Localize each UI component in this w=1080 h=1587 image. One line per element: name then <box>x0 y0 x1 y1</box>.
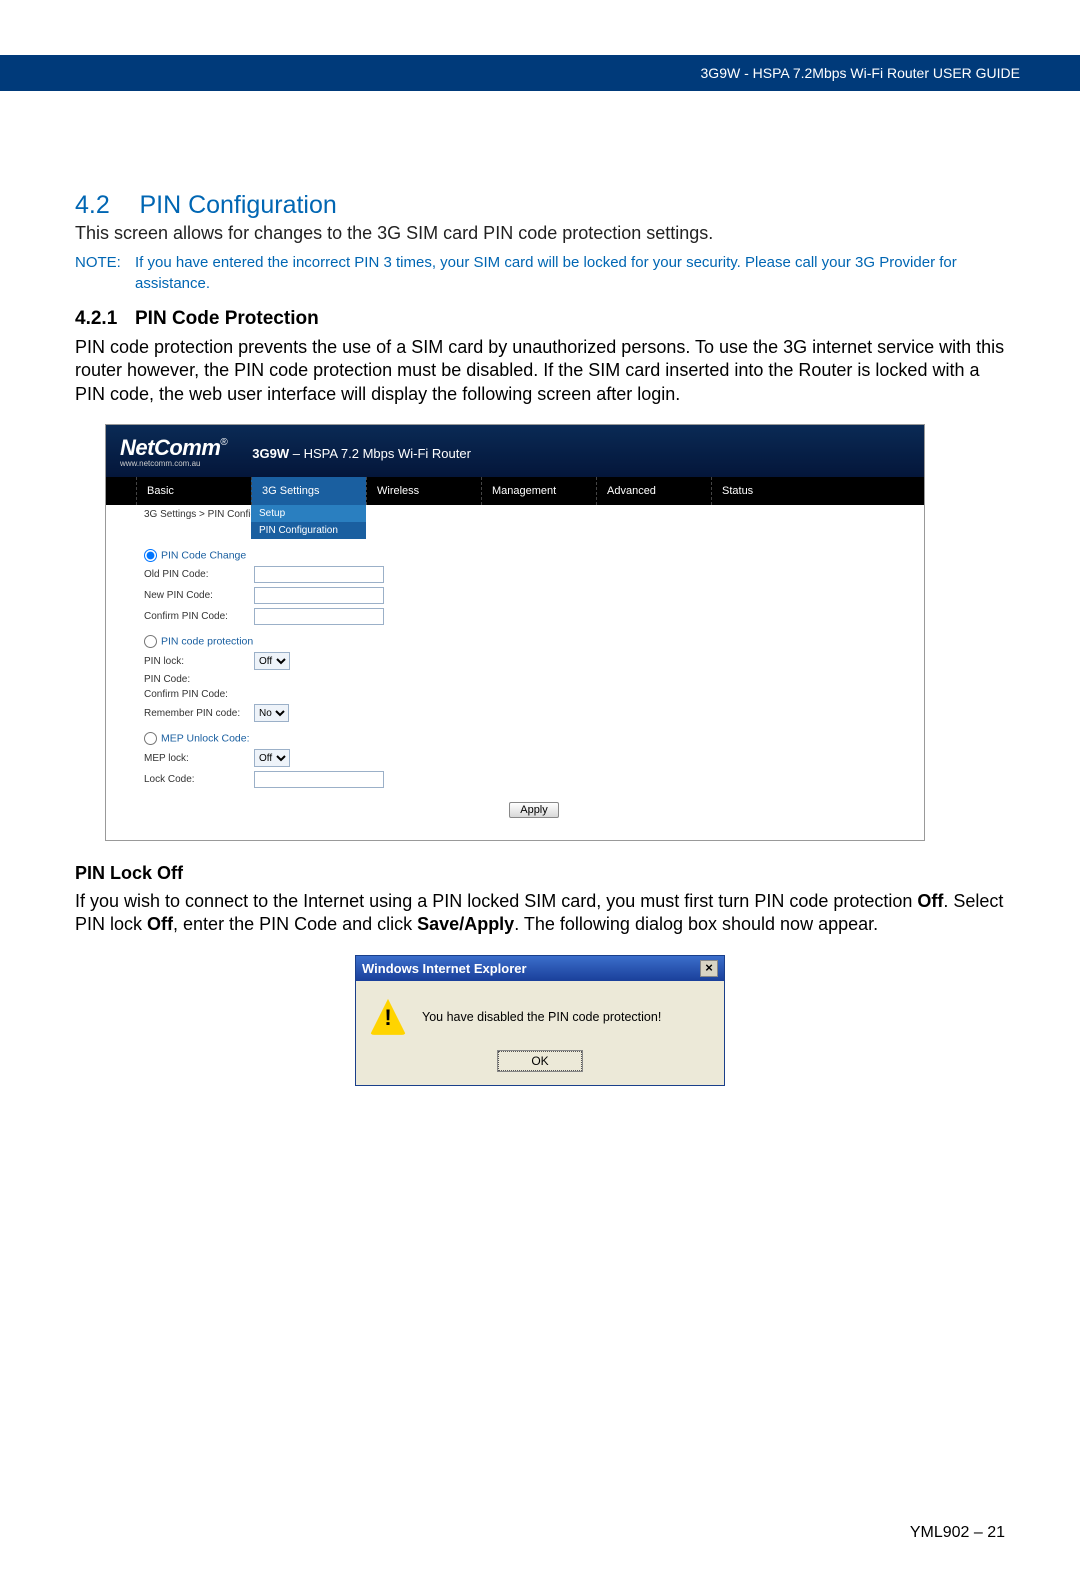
radio-pin-change-input[interactable] <box>144 549 157 562</box>
section-number: 4.2 <box>75 191 135 220</box>
pin-lock-off-heading: PIN Lock Off <box>75 863 1005 884</box>
confirm-pin-input[interactable] <box>254 608 384 625</box>
remember-pin-label: Remember PIN code: <box>144 708 254 719</box>
ok-button[interactable]: OK <box>498 1051 581 1071</box>
note-text: If you have entered the incorrect PIN 3 … <box>135 253 1005 294</box>
section-title: PIN Configuration <box>139 191 336 219</box>
mep-lock-select[interactable]: Off <box>254 749 290 767</box>
apply-button[interactable]: Apply <box>509 802 559 818</box>
nav-basic[interactable]: Basic <box>136 477 251 505</box>
ie-dialog-titlebar: Windows Internet Explorer × <box>356 956 724 981</box>
old-pin-label: Old PIN Code: <box>144 569 254 580</box>
router-admin-screenshot: NetComm® www.netcomm.com.au 3G9W – HSPA … <box>105 424 925 841</box>
ie-dialog-title: Windows Internet Explorer <box>362 961 527 976</box>
pin-code-label: PIN Code: <box>144 674 254 685</box>
note-label: NOTE: <box>75 253 135 294</box>
nav-3g-settings[interactable]: 3G Settings <box>251 477 366 505</box>
router-body: PIN Code Change Old PIN Code: New PIN Co… <box>106 527 924 840</box>
new-pin-input[interactable] <box>254 587 384 604</box>
radio-pin-change[interactable]: PIN Code Change <box>144 549 924 562</box>
subnav-dropdown: Setup PIN Configuration <box>251 505 366 539</box>
pin-lock-select[interactable]: Off <box>254 652 290 670</box>
remember-pin-select[interactable]: No <box>254 704 289 722</box>
nav-wireless[interactable]: Wireless <box>366 477 481 505</box>
nav-advanced[interactable]: Advanced <box>596 477 711 505</box>
nav-management[interactable]: Management <box>481 477 596 505</box>
subsection-number: 4.2.1 <box>75 308 135 330</box>
pin-lock-label: PIN lock: <box>144 656 254 667</box>
subsection-para: PIN code protection prevents the use of … <box>75 336 1005 406</box>
lock-code-label: Lock Code: <box>144 774 254 785</box>
lock-code-input[interactable] <box>254 771 384 788</box>
radio-pin-protection[interactable]: PIN code protection <box>144 635 924 648</box>
confirm-pin-label: Confirm PIN Code: <box>144 611 254 622</box>
warning-icon <box>370 999 406 1035</box>
radio-mep-unlock-input[interactable] <box>144 732 157 745</box>
subsection-title: PIN Code Protection <box>135 308 319 330</box>
radio-pin-protection-input[interactable] <box>144 635 157 648</box>
section-heading: 4.2 PIN Configuration <box>75 191 1005 220</box>
router-topbar: NetComm® www.netcomm.com.au 3G9W – HSPA … <box>106 425 924 477</box>
mep-lock-label: MEP lock: <box>144 753 254 764</box>
router-title: 3G9W – HSPA 7.2 Mbps Wi-Fi Router <box>252 446 471 461</box>
pin-lock-off-para: If you wish to connect to the Internet u… <box>75 890 1005 937</box>
router-navbar: Basic 3G Settings Wireless Management Ad… <box>106 477 924 505</box>
netcomm-logo: NetComm® www.netcomm.com.au <box>120 435 227 467</box>
section-intro: This screen allows for changes to the 3G… <box>75 222 1005 245</box>
subsection-heading: 4.2.1 PIN Code Protection <box>75 308 1005 330</box>
ie-dialog: Windows Internet Explorer × You have dis… <box>355 955 725 1086</box>
subnav-pin-config[interactable]: PIN Configuration <box>251 522 366 539</box>
nav-status[interactable]: Status <box>711 477 826 505</box>
old-pin-input[interactable] <box>254 566 384 583</box>
router-subnav: 3G Settings > PIN Configuration Setup PI… <box>106 505 924 527</box>
breadcrumb: 3G Settings > PIN Configuration <box>106 505 924 520</box>
ie-dialog-message: You have disabled the PIN code protectio… <box>422 1010 661 1024</box>
note: NOTE: If you have entered the incorrect … <box>75 253 1005 294</box>
new-pin-label: New PIN Code: <box>144 590 254 601</box>
page-header: 3G9W - HSPA 7.2Mbps Wi-Fi Router USER GU… <box>0 55 1080 91</box>
close-icon[interactable]: × <box>700 960 718 977</box>
page-footer: YML902 – 21 <box>910 1524 1005 1542</box>
subnav-setup[interactable]: Setup <box>251 505 366 522</box>
confirm-pin2-label: Confirm PIN Code: <box>144 689 254 700</box>
radio-mep-unlock[interactable]: MEP Unlock Code: <box>144 732 924 745</box>
